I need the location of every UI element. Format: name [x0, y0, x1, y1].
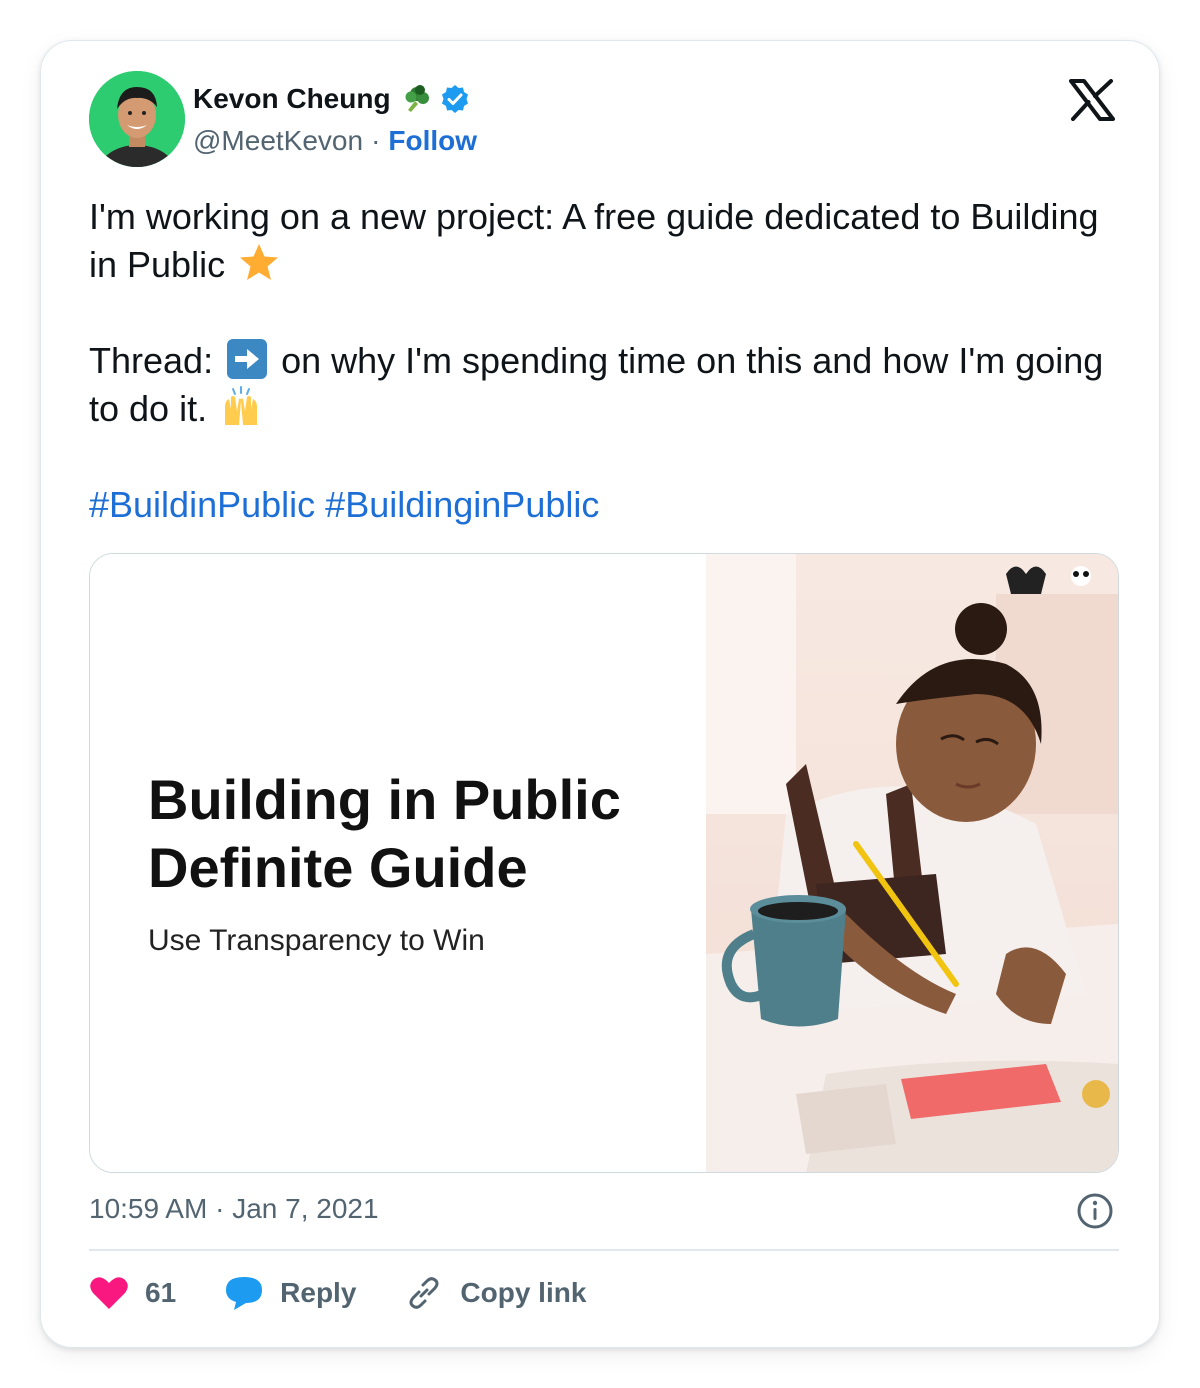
copy-link-button[interactable]: Copy link — [404, 1273, 586, 1313]
raising-hands-emoji-icon — [219, 385, 263, 429]
author-handle-row: @MeetKevon · Follow — [193, 125, 477, 157]
media-text-panel: Building in Public Definite Guide Use Tr… — [90, 554, 706, 1172]
follow-button[interactable]: Follow — [388, 125, 477, 157]
tweet-paragraph-2: Thread: on why I'm spending time on this… — [89, 337, 1119, 433]
star-emoji-icon — [237, 241, 281, 285]
hashtag-link[interactable]: #BuildinPublic — [89, 484, 315, 525]
copy-link-label: Copy link — [460, 1277, 587, 1308]
divider — [89, 1249, 1119, 1251]
handle-separator: · — [371, 125, 381, 156]
author-handle[interactable]: @MeetKevon — [193, 125, 363, 157]
child-drawing-photo — [706, 554, 1118, 1172]
reply-button[interactable]: Reply — [224, 1275, 356, 1311]
heart-icon — [90, 1277, 128, 1309]
tweet-text: I'm working on a new project: A free gui… — [89, 193, 1119, 577]
tweet-time: 10:59 AM — [89, 1193, 208, 1224]
like-count: 61 — [145, 1277, 177, 1308]
media-title-line-1: Building in Public — [148, 768, 621, 831]
reply-bubble-icon — [226, 1277, 263, 1310]
author-name-row: Kevon Cheung — [193, 81, 471, 117]
info-icon[interactable] — [1075, 1191, 1115, 1231]
hashtags: #BuildinPublic #BuildinginPublic — [89, 481, 1119, 529]
media-title-line-2: Definite Guide — [148, 836, 528, 899]
avatar[interactable] — [89, 71, 185, 167]
tweet-timestamp[interactable]: 10:59 AM · Jan 7, 2021 — [89, 1193, 379, 1225]
reply-label: Reply — [280, 1277, 357, 1308]
x-logo-icon[interactable] — [1069, 79, 1115, 121]
tweet-card: Kevon Cheung @MeetKevon · Follow I'm wor… — [40, 40, 1160, 1348]
tweet-paragraph-1: I'm working on a new project: A free gui… — [89, 193, 1119, 289]
link-icon — [409, 1277, 439, 1309]
like-button[interactable]: 61 — [89, 1275, 176, 1311]
author-name[interactable]: Kevon Cheung — [193, 83, 391, 115]
media-card[interactable]: Building in Public Definite Guide Use Tr… — [89, 553, 1119, 1173]
broccoli-emoji-icon — [399, 83, 431, 115]
hashtag-link[interactable]: #BuildinginPublic — [325, 484, 599, 525]
tweet-date: Jan 7, 2021 — [232, 1193, 379, 1224]
verified-badge-icon[interactable] — [439, 83, 471, 115]
media-subtitle: Use Transparency to Win — [148, 924, 485, 957]
right-arrow-emoji-icon — [225, 337, 269, 381]
timestamp-separator: · — [215, 1193, 225, 1224]
media-title: Building in Public Definite Guide — [148, 766, 688, 902]
tweet-line-2a: Thread: — [89, 340, 214, 381]
tweet-actions: 61 Reply Copy link — [89, 1269, 634, 1317]
